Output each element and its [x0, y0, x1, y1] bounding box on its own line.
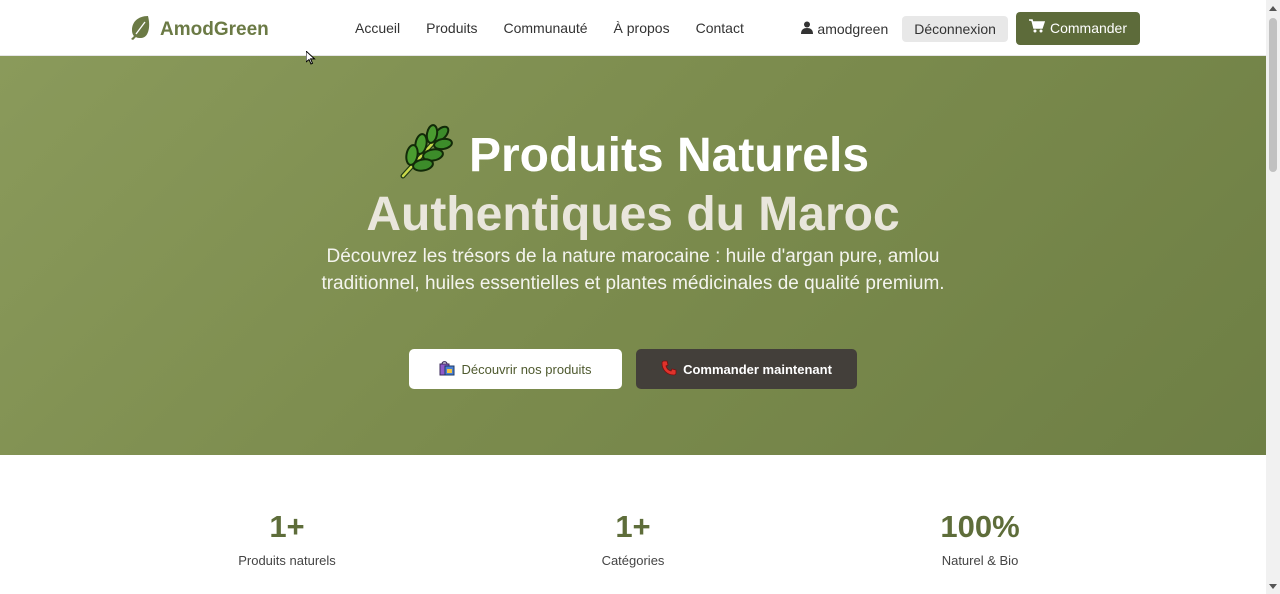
- hero-section: Produits Naturels Authentiques du Maroc …: [0, 56, 1266, 455]
- shopping-bags-icon: [439, 360, 455, 379]
- page: AmodGreen Accueil Produits Communauté À …: [0, 0, 1280, 594]
- nav-links: Accueil Produits Communauté À propos Con…: [342, 19, 757, 37]
- scroll-up-arrow-icon[interactable]: [1269, 6, 1277, 11]
- nav-link-accueil[interactable]: Accueil: [342, 19, 413, 37]
- stat-value: 1+: [615, 509, 651, 544]
- hero-title: Produits Naturels Authentiques du Maroc: [0, 122, 1266, 240]
- user-icon: [801, 21, 814, 37]
- stats-section: 1+ Produits naturels 1+ Catégories 100% …: [0, 455, 1266, 594]
- stat-value: 100%: [940, 509, 1020, 544]
- herb-icon: [397, 122, 455, 190]
- order-now-button[interactable]: Commander maintenant: [636, 349, 857, 389]
- stat-products: 1+ Produits naturels: [167, 509, 407, 568]
- order-nav-label: Commander: [1049, 20, 1127, 36]
- brand-logo[interactable]: AmodGreen: [128, 14, 269, 46]
- stat-categories: 1+ Catégories: [513, 509, 753, 568]
- hero-title-line2: Authentiques du Maroc: [366, 188, 900, 241]
- hero-title-line1: Produits Naturels: [468, 129, 870, 182]
- nav-link-contact[interactable]: Contact: [683, 19, 757, 37]
- cart-icon: [1028, 12, 1046, 45]
- logout-button[interactable]: Déconnexion: [902, 15, 1008, 42]
- discover-products-button[interactable]: Découvrir nos produits: [409, 349, 622, 389]
- hero-buttons: Découvrir nos produits Commander mainten…: [0, 349, 1266, 389]
- stat-value: 1+: [269, 509, 305, 544]
- scroll-thumb[interactable]: [1269, 18, 1277, 172]
- stat-label: Naturel & Bio: [941, 553, 1019, 568]
- brand-name: AmodGreen: [160, 19, 269, 40]
- stat-natural: 100% Naturel & Bio: [860, 509, 1100, 568]
- scroll-down-arrow-icon[interactable]: [1269, 584, 1277, 589]
- discover-products-label: Découvrir nos produits: [461, 361, 592, 377]
- hero-title-line1-row: Produits Naturels: [0, 122, 1266, 190]
- user-account-link[interactable]: amodgreen: [795, 21, 894, 37]
- nav-right: amodgreen Déconnexion Commander: [795, 12, 1140, 45]
- order-now-label: Commander maintenant: [683, 361, 832, 377]
- username: amodgreen: [817, 20, 889, 37]
- stat-label: Catégories: [601, 553, 665, 568]
- phone-icon: [661, 360, 677, 379]
- nav-link-a-propos[interactable]: À propos: [601, 19, 683, 37]
- leaf-icon: [128, 14, 152, 46]
- nav-link-produits[interactable]: Produits: [413, 19, 490, 37]
- order-nav-button[interactable]: Commander: [1015, 12, 1140, 45]
- mouse-cursor-icon: [306, 51, 316, 65]
- hero-description: Découvrez les trésors de la nature maroc…: [321, 246, 945, 294]
- navbar: AmodGreen Accueil Produits Communauté À …: [0, 0, 1266, 56]
- stat-label: Produits naturels: [238, 553, 336, 568]
- page-scrollbar[interactable]: [1266, 0, 1280, 594]
- nav-link-communaute[interactable]: Communauté: [491, 19, 601, 37]
